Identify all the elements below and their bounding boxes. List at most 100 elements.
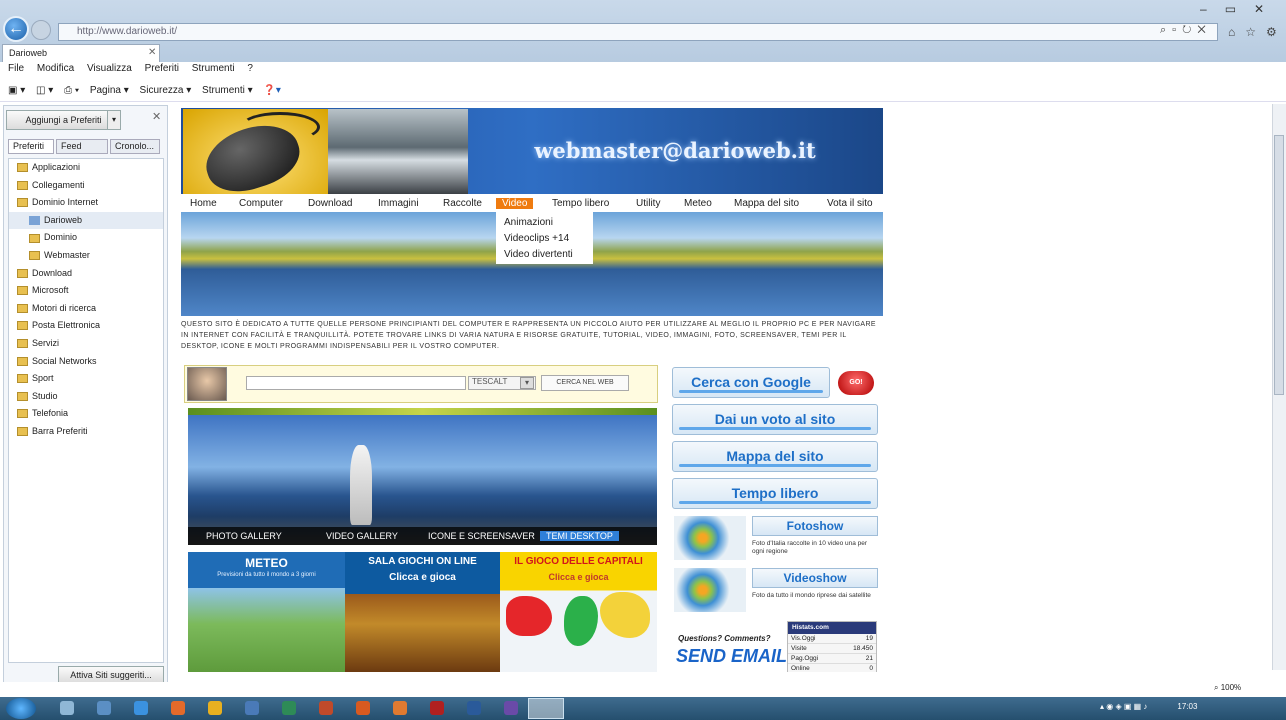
forward-button[interactable] — [31, 20, 51, 40]
cmd-strumenti[interactable]: Strumenti ▾ — [202, 85, 253, 96]
search-engine-select[interactable]: TESCALT ▾ — [468, 376, 536, 390]
dropdown-videoclips[interactable]: Videoclips +14 — [504, 231, 585, 247]
help-icon[interactable]: ❓▾ — [263, 85, 280, 96]
nav-raccolte[interactable]: Raccolte — [443, 198, 482, 209]
chrome-icon[interactable] — [208, 701, 222, 715]
favorites-item[interactable]: Barra Preferiti — [9, 423, 163, 441]
nav-immagini[interactable]: Immagini — [378, 198, 419, 209]
explorer-icon[interactable] — [60, 701, 74, 715]
minimize-icon[interactable]: – — [1200, 2, 1225, 16]
app-icon[interactable] — [319, 701, 333, 715]
favorites-item[interactable]: Studio — [9, 388, 163, 406]
fotoshow-button[interactable]: Fotoshow — [752, 516, 878, 536]
gallery-temi[interactable]: TEMI DESKTOP — [540, 531, 619, 541]
tab-preferiti[interactable]: Preferiti — [8, 139, 54, 154]
home-icon[interactable]: ⌂ — [1228, 25, 1245, 39]
send-email-link[interactable]: SEND EMAIL — [676, 646, 787, 667]
tab-close-icon[interactable]: ✕ — [148, 47, 156, 58]
add-favorites-button[interactable]: Aggiungi a Preferiti — [6, 110, 121, 130]
search-web-button[interactable]: CERCA NEL WEB — [541, 375, 629, 391]
stats-widget[interactable]: Histats.com Vis.Oggi 19 Visite 18.450 Pag.… — [787, 621, 877, 675]
menu-preferiti[interactable]: Preferiti — [145, 63, 179, 74]
nav-vota[interactable]: Vota il sito — [827, 198, 873, 209]
scrollbar-thumb[interactable] — [1274, 135, 1284, 395]
menu-modifica[interactable]: Modifica — [37, 63, 74, 74]
print-icon[interactable]: ⎙ ▾ — [64, 85, 79, 96]
videoshow-box[interactable]: Videoshow Foto da tutto il mondo riprese… — [672, 568, 878, 616]
nav-utility[interactable]: Utility — [636, 198, 660, 209]
refresh-icon[interactable]: ↻ — [1182, 24, 1197, 36]
add-favorites-dropdown[interactable]: ▾ — [107, 110, 121, 130]
favorites-item[interactable]: Download — [9, 265, 163, 283]
favorites-close-icon[interactable]: ✕ — [152, 110, 161, 123]
active-window-button[interactable] — [528, 698, 564, 719]
app-icon[interactable] — [245, 701, 259, 715]
go-button[interactable]: GO! — [838, 371, 874, 395]
ie-icon[interactable] — [134, 701, 148, 715]
favorites-item[interactable]: Dominio — [9, 229, 163, 247]
videoshow-button[interactable]: Videoshow — [752, 568, 878, 588]
favorites-item[interactable]: Posta Elettronica — [9, 317, 163, 335]
favorites-item[interactable]: Darioweb — [9, 211, 163, 230]
dropdown-animazioni[interactable]: Animazioni — [504, 215, 585, 231]
firefox-icon[interactable] — [171, 701, 185, 715]
menu-help[interactable]: ? — [247, 63, 253, 74]
star-icon[interactable]: ☆ — [1245, 25, 1266, 39]
nav-computer[interactable]: Computer — [239, 198, 283, 209]
favorites-item[interactable]: Applicazioni — [9, 159, 163, 177]
search-icon[interactable]: ⌕ — [1160, 24, 1172, 36]
nav-download[interactable]: Download — [308, 198, 352, 209]
browser-tool-icons[interactable]: ⌂☆⚙ — [1228, 25, 1286, 39]
fotoshow-box[interactable]: Fotoshow Foto d'Italia raccolte in 10 vi… — [672, 516, 878, 564]
favorites-item[interactable]: Social Networks — [9, 353, 163, 371]
favorites-item[interactable]: Microsoft — [9, 282, 163, 300]
maximize-icon[interactable]: ▭ — [1225, 2, 1254, 16]
favorites-item[interactable]: Sport — [9, 370, 163, 388]
back-button[interactable]: ← — [3, 16, 29, 42]
dropdown-video-divertenti[interactable]: Video divertenti — [504, 247, 585, 263]
search-input[interactable] — [246, 376, 466, 390]
close-icon[interactable]: ✕ — [1254, 2, 1282, 16]
tray-icons[interactable]: ▴ ◉ ◈ ▣ ▦ ♪ — [1100, 702, 1147, 711]
gallery-icone[interactable]: ICONE E SCREENSAVER — [428, 531, 535, 541]
tab-cronologia[interactable]: Cronolo... — [110, 139, 160, 154]
favorites-item[interactable]: Motori di ricerca — [9, 300, 163, 318]
app-icon[interactable] — [504, 701, 518, 715]
media-icon[interactable] — [97, 701, 111, 715]
nav-home[interactable]: Home — [190, 198, 217, 209]
gallery-photo[interactable]: PHOTO GALLERY — [206, 531, 282, 541]
cmd-sicurezza[interactable]: Sicurezza ▾ — [140, 85, 192, 96]
gallery-video[interactable]: VIDEO GALLERY — [326, 531, 398, 541]
capitals-tile[interactable]: IL GIOCO DELLE CAPITALI Clicca e gioca — [500, 552, 657, 672]
rss-icon[interactable]: ◫ ▾ — [36, 85, 53, 96]
compat-icon[interactable]: ▫ — [1172, 24, 1182, 36]
vote-site-button[interactable]: Dai un voto al sito — [672, 404, 878, 435]
favorites-item[interactable]: Servizi — [9, 335, 163, 353]
games-tile[interactable]: SALA GIOCHI ON LINE Clicca e gioca — [345, 552, 500, 672]
favorites-item[interactable]: Webmaster — [9, 247, 163, 265]
address-bar[interactable]: http://www.darioweb.it/ — [58, 23, 1218, 41]
favorites-icon[interactable]: ▣ ▾ — [8, 85, 25, 96]
start-button[interactable] — [6, 698, 36, 719]
app-icon[interactable] — [430, 701, 444, 715]
nav-meteo[interactable]: Meteo — [684, 198, 712, 209]
menu-visualizza[interactable]: Visualizza — [87, 63, 132, 74]
menu-strumenti[interactable]: Strumenti — [192, 63, 235, 74]
app-icon[interactable] — [356, 701, 370, 715]
app-icon[interactable] — [393, 701, 407, 715]
zoom-level[interactable]: ⌕ 100% — [1214, 683, 1241, 693]
menu-file[interactable]: File — [8, 63, 24, 74]
google-search-button[interactable]: Cerca con Google — [672, 367, 830, 398]
wordpress-icon[interactable] — [282, 701, 296, 715]
stop-icon[interactable]: ✕ — [1197, 24, 1211, 36]
browser-tab[interactable]: Darioweb — [2, 44, 160, 62]
nav-video[interactable]: Video — [496, 198, 534, 209]
meteo-tile[interactable]: METEO Previsioni da tutto il mondo a 3 g… — [188, 552, 345, 672]
free-time-button[interactable]: Tempo libero — [672, 478, 878, 509]
gear-icon[interactable]: ⚙ — [1266, 25, 1286, 39]
tab-feed[interactable]: Feed — [56, 139, 108, 154]
favorites-item[interactable]: Telefonia — [9, 405, 163, 423]
nav-mappa[interactable]: Mappa del sito — [734, 198, 799, 209]
email-banner[interactable]: webmaster@darioweb.it — [470, 138, 880, 163]
cmd-pagina[interactable]: Pagina ▾ — [90, 85, 129, 96]
